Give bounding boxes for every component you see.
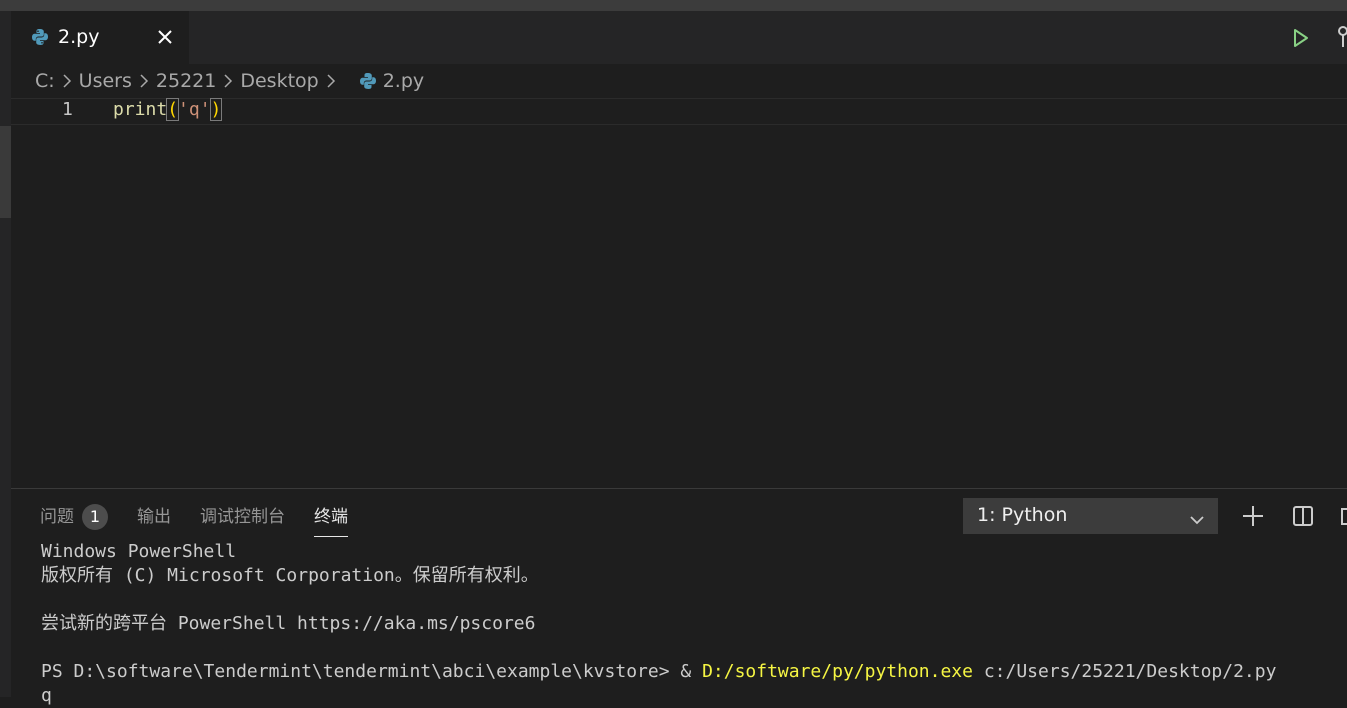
terminal-output-line: q — [41, 685, 52, 706]
line-number: 1 — [62, 99, 73, 120]
terminal-arg: c:/Users/25221/Desktop/2.py — [973, 661, 1277, 682]
terminal-line: 尝试新的跨平台 PowerShell https://aka.ms/pscore… — [41, 613, 536, 634]
tab-terminal[interactable]: 终端 — [314, 503, 348, 537]
trash-icon[interactable] — [1339, 505, 1347, 531]
terminal-command-line: PS D:\software\Tendermint\tendermint\abc… — [41, 660, 1276, 684]
tab-label: 2.py — [58, 26, 100, 48]
chevron-right-icon — [62, 73, 72, 89]
terminal-select-value: 1: Python — [977, 504, 1068, 526]
split-editor-icon[interactable] — [1333, 25, 1347, 53]
split-terminal-icon[interactable] — [1292, 505, 1314, 531]
activity-bar — [0, 11, 11, 697]
title-bar — [0, 0, 1347, 11]
new-terminal-icon[interactable] — [1242, 505, 1264, 531]
sidebar-scroll-thumb[interactable] — [0, 126, 11, 218]
code-bracket-close: ) — [209, 98, 223, 121]
terminal-select[interactable]: 1: Python — [963, 498, 1218, 534]
chevron-right-icon — [326, 73, 336, 89]
breadcrumb-item[interactable]: Desktop — [240, 70, 318, 92]
tab-problems[interactable]: 问题 1 — [40, 503, 108, 537]
chevron-down-icon — [1189, 509, 1205, 531]
terminal-line: Windows PowerShell — [41, 541, 237, 562]
terminal-exe-path: D:/software/py/python.exe — [702, 661, 973, 682]
terminal-output[interactable]: Windows PowerShell 版权所有 (C) Microsoft Cor… — [41, 540, 1276, 708]
panel-tabs: 问题 1 输出 调试控制台 终端 — [40, 503, 377, 537]
close-icon[interactable] — [154, 26, 176, 48]
tab-output[interactable]: 输出 — [137, 503, 171, 537]
python-file-icon — [359, 72, 377, 90]
breadcrumb-item[interactable]: 25221 — [156, 70, 216, 92]
breadcrumb: C: Users 25221 Desktop 2.py — [35, 68, 424, 94]
python-file-icon — [31, 28, 49, 50]
breadcrumb-item[interactable]: Users — [79, 70, 132, 92]
run-icon[interactable] — [1292, 28, 1310, 52]
tab-problems-label: 问题 — [40, 507, 74, 527]
chevron-right-icon — [139, 73, 149, 89]
panel-divider[interactable] — [11, 488, 1347, 489]
tab-debug-console[interactable]: 调试控制台 — [200, 503, 285, 537]
code-string: 'q' — [178, 99, 211, 120]
code-function: print — [113, 99, 168, 120]
breadcrumb-file[interactable]: 2.py — [383, 70, 424, 92]
problems-count-badge: 1 — [82, 504, 108, 530]
terminal-line: 版权所有 (C) Microsoft Corporation。保留所有权利。 — [41, 565, 539, 586]
breadcrumb-item[interactable]: C: — [35, 70, 55, 92]
code-line[interactable]: print('q') — [113, 98, 223, 121]
terminal-prompt: PS D:\software\Tendermint\tendermint\abc… — [41, 661, 703, 682]
editor-tab-strip: 2.py — [11, 11, 1347, 64]
code-bracket-open: ( — [166, 98, 180, 121]
chevron-right-icon — [223, 73, 233, 89]
editor-tab-2py[interactable]: 2.py — [11, 11, 189, 64]
